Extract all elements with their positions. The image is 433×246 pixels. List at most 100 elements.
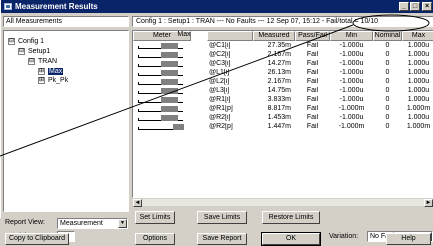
max-limit: 1.000u [407, 42, 430, 49]
status-text: Fail [306, 69, 319, 76]
options-button[interactable]: Options [135, 233, 175, 245]
max-limit: 1.000u [407, 96, 430, 103]
measured-value: 8.817m [267, 105, 291, 112]
table-row[interactable]: @L1[i] 26.13m Fail -1.000u 0 1.000u [133, 69, 433, 77]
scroll-right-button[interactable]: ► [424, 199, 433, 207]
max-limit: 1.000u [407, 78, 430, 85]
collapse-icon[interactable]: ⊟ [18, 48, 25, 55]
expand-icon[interactable]: ⊞ [38, 77, 45, 84]
measurement-name: @R2[i] [209, 114, 231, 121]
measured-value: 26.13m [267, 69, 291, 76]
tree-item-pk-pk[interactable]: ⊞ Pk_Pk [38, 76, 68, 85]
table-row[interactable]: @C1[i] 27.35m Fail -1.000u 0 1.000u [133, 42, 433, 50]
nominal-value: 0 [385, 105, 390, 112]
table-row[interactable]: @L2[i] 2.167m Fail -1.000u 0 1.000u [133, 78, 433, 86]
meter-fill [172, 124, 184, 130]
status-text: Fail [306, 60, 319, 67]
restore-limits-button[interactable]: Restore Limits [262, 211, 320, 224]
status-text: Fail [306, 96, 319, 103]
results-header: Config 1 : Setup1 : TRAN --- No Faults -… [132, 16, 433, 27]
app-icon [4, 3, 12, 10]
collapse-icon[interactable]: ⊟ [8, 38, 15, 45]
expand-icon[interactable]: ⊞ [38, 68, 45, 75]
nominal-value: 0 [385, 87, 390, 94]
measurement-name: @C3[i] [209, 60, 231, 67]
nominal-value: 0 [385, 69, 390, 76]
column-header-max[interactable]: Max [402, 31, 433, 41]
meter-fill [160, 79, 179, 85]
meter-bar [138, 106, 183, 112]
measurement-name: @C1[i] [209, 42, 231, 49]
tree-item-label: TRAN [38, 58, 58, 65]
meter-fill [160, 43, 179, 49]
column-header-measured[interactable]: Measured [253, 31, 295, 41]
close-button[interactable]: × [422, 2, 432, 11]
column-header-max-name: Max [177, 31, 191, 38]
max-limit: 1.000m [406, 123, 431, 130]
measurement-tree[interactable]: ⊟ Config 1 ⊟ Setup1 ⊟ TRAN ⊞ Max ⊞ Pk_Pk [3, 30, 129, 212]
set-limits-button[interactable]: Set Limits [135, 211, 175, 224]
meter-bar [138, 124, 184, 130]
tree-item-label: Pk_Pk [48, 77, 69, 84]
ok-button[interactable]: OK [261, 232, 321, 246]
chevron-down-icon[interactable]: ▼ [118, 219, 127, 228]
column-header-blank [207, 31, 253, 41]
min-limit: -1.000u [339, 96, 364, 103]
measurement-name: @R2[p] [209, 123, 233, 130]
table-row[interactable]: @R1[i] 3.833m Fail -1.000u 0 1.000u [133, 96, 433, 104]
table-row[interactable]: @R2[i] 1.453m Fail -1.000u 0 1.000u [133, 114, 433, 122]
tree-item-config1[interactable]: ⊟ Config 1 [8, 37, 44, 46]
table-row[interactable]: @R1[p] 8.817m Fail -1.000m 0 1.000m [133, 105, 433, 113]
scroll-left-button[interactable]: ◄ [133, 199, 142, 207]
nominal-value: 0 [385, 114, 390, 121]
tree-item-max[interactable]: ⊞ Max [38, 67, 64, 76]
table-row[interactable]: @L3[i] 14.75m Fail -1.000u 0 1.000u [133, 87, 433, 95]
results-table[interactable]: Meter Measured Pass/Fail Min Nominal Max… [132, 30, 433, 198]
max-limit: 1.000u [407, 51, 430, 58]
copy-to-clipboard-button[interactable]: Copy to Clipboard [5, 233, 69, 245]
help-button[interactable]: Help [386, 233, 431, 245]
tree-item-setup1[interactable]: ⊟ Setup1 [18, 47, 50, 56]
status-text: Fail [306, 123, 319, 130]
measurement-results-window: Measurement Results _ □ × All Measuremen… [0, 0, 433, 246]
min-limit: -1.000u [339, 87, 364, 94]
tree-item-label: Config 1 [18, 38, 45, 45]
table-row[interactable]: @R2[p] 1.447m Fail -1.000m 0 1.000m [133, 123, 433, 131]
horizontal-scrollbar[interactable]: ◄ ► [132, 198, 433, 207]
column-header-nominal[interactable]: Nominal [373, 31, 402, 41]
table-row[interactable]: @C2[i] 2.167m Fail -1.000u 0 1.000u [133, 51, 433, 59]
nominal-value: 0 [385, 60, 390, 67]
title-bar[interactable]: Measurement Results _ □ × [1, 0, 433, 13]
meter-fill [160, 70, 179, 76]
meter-bar [138, 61, 183, 67]
column-header-pass-fail[interactable]: Pass/Fail [295, 31, 330, 41]
meter-bar [138, 79, 183, 85]
maximize-button[interactable]: □ [410, 2, 420, 11]
meter-fill [160, 61, 179, 67]
status-text: Fail [306, 78, 319, 85]
table-row[interactable]: @C3[i] 14.27m Fail -1.000u 0 1.000u [133, 60, 433, 68]
status-text: Fail [306, 114, 319, 121]
meter-fill [160, 97, 179, 103]
column-header-min[interactable]: Min [330, 31, 373, 41]
measurement-name: @L1[i] [209, 69, 230, 76]
tree-item-tran[interactable]: ⊟ TRAN [28, 57, 57, 66]
measurement-name: @L2[i] [209, 78, 230, 85]
minimize-button[interactable]: _ [399, 2, 409, 11]
nominal-value: 0 [385, 123, 390, 130]
meter-bar [138, 115, 183, 121]
tree-item-label: Setup1 [28, 48, 51, 55]
measurement-name: @R1[p] [209, 105, 233, 112]
max-limit: 1.000u [407, 87, 430, 94]
save-limits-button[interactable]: Save Limits [197, 211, 247, 224]
report-view-select[interactable]: Measurement ▼ [57, 218, 128, 229]
min-limit: -1.000u [339, 51, 364, 58]
nominal-value: 0 [385, 78, 390, 85]
measured-value: 14.27m [267, 60, 291, 67]
meter-fill [160, 52, 179, 58]
max-limit: 1.000m [406, 105, 431, 112]
collapse-icon[interactable]: ⊟ [28, 58, 35, 65]
tree-header: All Measurements [3, 16, 129, 27]
save-report-button[interactable]: Save Report [197, 233, 247, 245]
measured-value: 2.167m [267, 78, 291, 85]
